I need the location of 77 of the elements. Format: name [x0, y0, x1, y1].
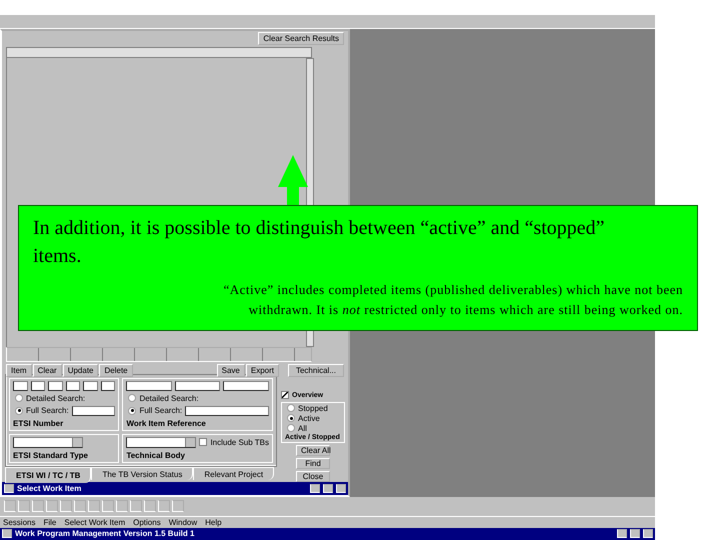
input-field[interactable] [100, 381, 116, 391]
dropdown[interactable] [126, 437, 196, 448]
radio-label: Detailed Search: [26, 394, 86, 403]
minimize-button[interactable] [617, 530, 627, 538]
toolbar-icon[interactable] [74, 500, 86, 512]
input-field[interactable] [126, 381, 172, 391]
radio-button[interactable] [287, 404, 295, 412]
window-icon [4, 484, 14, 493]
close-button[interactable] [643, 530, 653, 538]
window-title: Work Program Management Version 1.5 Build 1 [15, 530, 196, 538]
group-label: Technical Body [126, 451, 185, 460]
input-field[interactable] [13, 381, 28, 391]
tab[interactable]: The TB Version Status [91, 467, 194, 480]
radio-button[interactable] [128, 407, 136, 415]
radio-label: Full Search: [26, 406, 69, 416]
radio-button[interactable] [287, 414, 295, 422]
toolbar-icon[interactable] [144, 500, 156, 512]
horizontal-scrollbar[interactable] [6, 47, 312, 58]
push-button[interactable]: Close [296, 471, 330, 482]
maximize-button[interactable] [323, 484, 333, 493]
push-button[interactable]: Export [246, 364, 279, 378]
toolbar-icon[interactable] [130, 500, 142, 512]
checkbox-label: Include Sub TBs [210, 438, 269, 447]
push-button[interactable]: Technical... [288, 364, 344, 378]
toolbar-icon[interactable] [32, 500, 44, 512]
callout-body: “Active” includes completed items (published deliverables) which have not been withdrawn. It is not restricted only to items which are still being worked on. [222, 281, 683, 319]
radio-label: Active [298, 414, 320, 423]
menu-item[interactable]: Options [133, 518, 161, 527]
checkbox[interactable] [199, 438, 208, 446]
callout-heading: In addition, it is possible to distinguish between “active” and “stopped” items. [33, 216, 606, 269]
restore-button[interactable] [630, 530, 640, 538]
push-button[interactable]: Delete [99, 364, 133, 378]
push-button[interactable]: Find [296, 458, 330, 469]
toolbar-icon[interactable] [88, 500, 100, 512]
toolbar-icon[interactable] [102, 500, 114, 512]
toolbar-icon[interactable] [172, 500, 184, 512]
toolbar-icon[interactable] [158, 500, 170, 512]
input-field[interactable] [30, 381, 46, 391]
menu-item[interactable]: Help [205, 518, 222, 527]
radio-label: Stopped [298, 404, 328, 413]
window-title: Select Work Item [17, 484, 82, 493]
group-label: ETSI Standard Type [13, 451, 89, 460]
menu-item[interactable]: Select Work Item [64, 518, 126, 527]
input-field[interactable] [174, 381, 220, 391]
toolbar-icon[interactable] [18, 500, 30, 512]
menu-item[interactable]: File [43, 518, 56, 527]
radio-button[interactable] [15, 407, 23, 415]
radio-label: Full Search: [139, 406, 182, 416]
radio-button[interactable] [287, 424, 295, 432]
toolbar-icon[interactable] [46, 500, 58, 512]
toolbar-icon[interactable] [116, 500, 128, 512]
menu-item[interactable]: Window [168, 518, 198, 527]
dropdown[interactable] [13, 437, 83, 448]
push-button[interactable]: Clear All [296, 445, 330, 456]
input-field[interactable] [83, 381, 98, 391]
input-field[interactable] [66, 381, 80, 391]
push-button[interactable]: Clear [32, 364, 62, 378]
group-label: Work Item Reference [126, 419, 207, 428]
radio-label: Detailed Search: [139, 394, 199, 403]
radio-label: All [298, 424, 307, 433]
input-field[interactable] [72, 406, 116, 416]
input-field[interactable] [48, 381, 63, 391]
menu-item[interactable]: Sessions [3, 518, 36, 527]
toolbar-icon[interactable] [4, 500, 16, 512]
toolbar-icon[interactable] [60, 500, 72, 512]
push-button[interactable]: Save [216, 364, 245, 378]
group-label: ETSI Number [13, 419, 64, 428]
tab[interactable]: Relevant Project [193, 467, 274, 480]
checkbox[interactable] [281, 392, 289, 400]
push-button[interactable]: Update [62, 364, 98, 378]
push-button[interactable]: Clear Search Results [258, 32, 344, 46]
push-button[interactable]: Item [6, 364, 32, 378]
input-field[interactable] [185, 406, 269, 416]
tab[interactable]: ETSI WI / TC / TB [5, 467, 92, 483]
radio-button[interactable] [15, 394, 23, 402]
radio-button[interactable] [128, 394, 136, 402]
input-field[interactable] [223, 381, 269, 391]
